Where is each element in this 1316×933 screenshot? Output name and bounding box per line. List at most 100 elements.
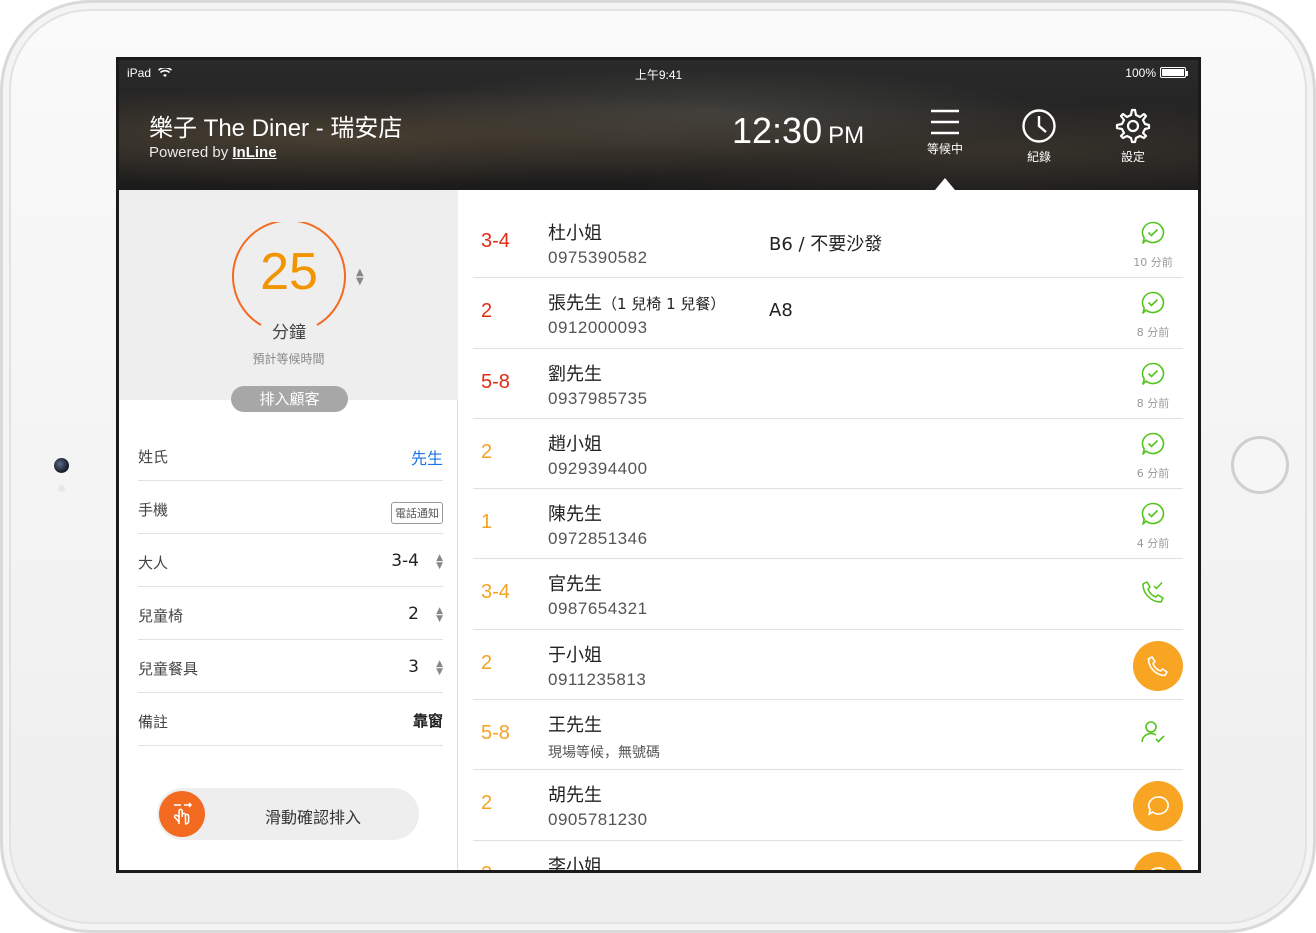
call-status[interactable] <box>1123 559 1183 629</box>
camera-icon <box>54 458 69 473</box>
kids-utensils-stepper[interactable]: ▲ ▼ <box>436 660 443 677</box>
message-status[interactable]: 6 分前 <box>1123 419 1183 489</box>
party-size: 5-8 <box>481 722 510 745</box>
sent-time: 6 分前 <box>1136 466 1170 480</box>
wait-minutes: 25 <box>260 243 318 301</box>
message-sent-icon <box>1141 221 1165 244</box>
list-item[interactable]: 2 李小姐 <box>473 841 1183 873</box>
list-item[interactable]: 3-4 杜小姐 0975390582 B6 / 不要沙發 10 分前 <box>473 208 1183 279</box>
adults-stepper[interactable]: ▲ ▼ <box>436 554 443 571</box>
tab-records[interactable]: 紀錄 <box>1004 108 1074 165</box>
form-row-high-chair[interactable]: 兒童椅 2 ▲ ▼ <box>138 587 443 640</box>
party-size: 2 <box>481 792 493 815</box>
guest-name: 張先生（1 兒椅 1 兒餐） <box>548 293 726 315</box>
party-size: 3-4 <box>481 581 510 604</box>
guest-name: 陳先生 <box>548 504 602 526</box>
sent-time: 10 分前 <box>1133 256 1173 269</box>
kids-utensils-value: 3 <box>408 657 419 677</box>
tab-records-label: 紀錄 <box>1026 150 1051 164</box>
form-row-kids-utensils[interactable]: 兒童餐具 3 ▲ ▼ <box>138 640 443 693</box>
call-done-icon <box>1142 581 1164 604</box>
party-size: 1 <box>481 511 493 534</box>
guest-phone: 0972851346 <box>548 529 648 549</box>
message-status[interactable]: 8 分前 <box>1123 278 1183 348</box>
list-item[interactable]: 2 趙小姐 0929394400 6 分前 <box>473 419 1183 490</box>
guest-name: 李小姐 <box>548 855 602 873</box>
clock: 12:30 PM <box>732 110 864 152</box>
message-status[interactable]: 8 分前 <box>1123 349 1183 419</box>
guest-phone: 現場等候，無號碼 <box>548 745 660 762</box>
form-row-surname[interactable]: 姓氏 先生 <box>138 428 443 481</box>
list-item[interactable]: 5-8 王先生 現場等候，無號碼 <box>473 700 1183 771</box>
brand-link[interactable]: InLine <box>232 144 276 161</box>
list-item[interactable]: 2 于小姐 0911235813 <box>473 630 1183 701</box>
queue-guest-button[interactable]: 排入顧客 <box>231 386 348 412</box>
tab-waiting[interactable]: 等候中 <box>910 108 980 157</box>
slider-label: 滑動確認排入 <box>264 808 361 827</box>
guest-name: 王先生 <box>548 715 602 737</box>
sent-time: 8 分前 <box>1136 396 1170 410</box>
high-chair-label: 兒童椅 <box>138 607 184 625</box>
message-button[interactable] <box>1133 781 1183 832</box>
message-icon <box>1147 796 1169 816</box>
tab-waiting-label: 等候中 <box>926 142 963 156</box>
wait-caption: 預計等候時間 <box>252 352 325 366</box>
slide-to-confirm[interactable]: 滑動確認排入 <box>157 788 419 840</box>
clock-icon <box>1022 109 1056 143</box>
header: iPad 上午9:41 100% 樂子 The Diner - 瑞安店 Powe… <box>119 60 1198 190</box>
home-button[interactable] <box>1231 436 1289 494</box>
battery-icon <box>1160 67 1186 78</box>
guest-name: 胡先生 <box>548 785 602 807</box>
tab-settings[interactable]: 設定 <box>1098 108 1168 165</box>
list-item[interactable]: 1 陳先生 0972851346 4 分前 <box>473 489 1183 560</box>
guest-phone: 0987654321 <box>548 599 648 619</box>
active-tab-indicator <box>935 178 955 190</box>
gear-icon <box>1115 108 1151 144</box>
guest-note: B6 / 不要沙發 <box>769 234 883 255</box>
guest-name: 杜小姐 <box>548 223 602 244</box>
message-sent-icon <box>1141 362 1165 385</box>
wait-stepper[interactable]: ▲ ▼ <box>356 268 364 287</box>
message-button[interactable] <box>1133 851 1183 870</box>
guest-name: 劉先生 <box>548 363 602 385</box>
list-item[interactable]: 2 胡先生 0905781230 <box>473 770 1183 841</box>
message-status[interactable]: 4 分前 <box>1123 489 1183 559</box>
message-sent-icon <box>1141 291 1165 315</box>
screen: iPad 上午9:41 100% 樂子 The Diner - 瑞安店 Powe… <box>116 57 1201 873</box>
clock-time: 12:30 <box>732 110 823 151</box>
seat-status[interactable] <box>1123 700 1183 770</box>
guest-name: 趙小姐 <box>548 433 602 455</box>
party-size: 5-8 <box>481 370 510 393</box>
remarks-value[interactable]: 靠窗 <box>413 710 443 731</box>
slider-handle[interactable] <box>159 791 205 837</box>
sent-time: 4 分前 <box>1136 537 1170 551</box>
guest-phone: 0975390582 <box>548 248 648 267</box>
list-item[interactable]: 5-8 劉先生 0937985735 8 分前 <box>473 349 1183 419</box>
guest-phone: 0912000093 <box>548 318 648 338</box>
list-item[interactable]: 2 張先生（1 兒椅 1 兒餐） 0912000093 A8 8 分前 <box>473 278 1183 349</box>
sent-time: 8 分前 <box>1136 326 1170 340</box>
swipe-hand-icon <box>173 802 193 825</box>
guest-form: 姓氏 先生 手機 電話通知 大人 3-4 ▲ ▼ 兒童椅 2 ▲ ▼ 兒童餐具 3 … <box>138 428 443 746</box>
guest-note: A8 <box>769 300 793 322</box>
form-row-mobile[interactable]: 手機 電話通知 <box>138 481 443 534</box>
guest-name: 于小姐 <box>548 644 602 666</box>
form-row-adults[interactable]: 大人 3-4 ▲ ▼ <box>138 534 443 587</box>
guest-phone: 0905781230 <box>548 810 648 830</box>
form-row-remarks[interactable]: 備註 靠窗 <box>138 693 443 746</box>
camera-sensor <box>58 485 65 492</box>
message-icon <box>1150 866 1167 870</box>
guest-name: 官先生 <box>548 574 602 596</box>
list-item[interactable]: 3-4 官先生 0987654321 <box>473 559 1183 630</box>
party-size: 2 <box>481 300 493 323</box>
store-name: 樂子 The Diner - 瑞安店 <box>149 115 403 142</box>
adults-label: 大人 <box>138 554 169 572</box>
party-size: 2 <box>481 440 493 463</box>
guest-phone: 0929394400 <box>548 458 648 478</box>
call-button[interactable] <box>1133 640 1183 691</box>
surname-label: 姓氏 <box>138 448 169 466</box>
high-chair-stepper[interactable]: ▲ ▼ <box>436 607 443 624</box>
message-status[interactable]: 10 分前 <box>1123 208 1183 278</box>
surname-value[interactable]: 先生 <box>411 445 443 469</box>
phone-notify-tag[interactable]: 電話通知 <box>391 502 443 524</box>
